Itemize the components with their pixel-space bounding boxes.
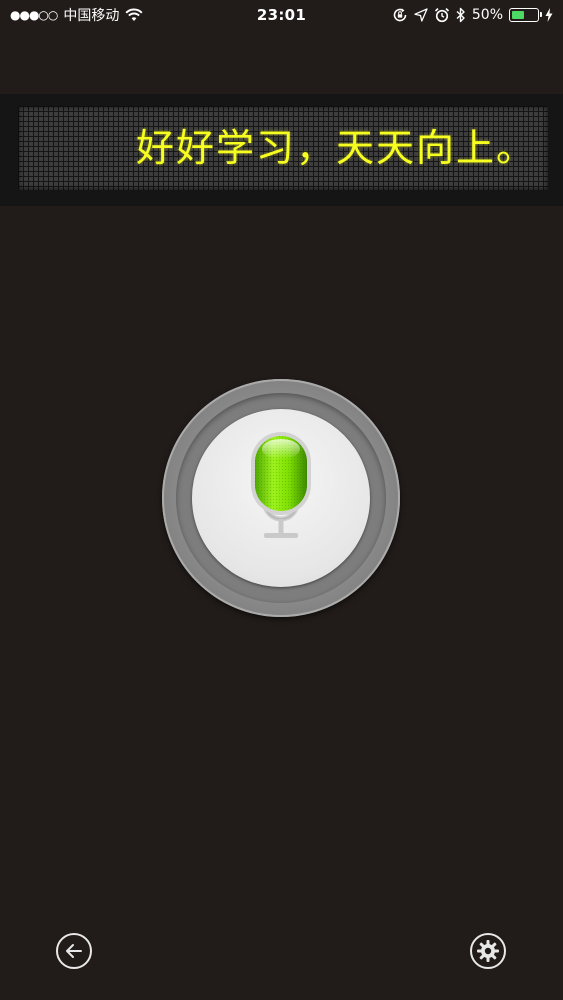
status-time: 23:01 xyxy=(256,6,307,24)
wifi-icon xyxy=(125,8,143,22)
carrier-label: 中国移动 xyxy=(63,8,120,24)
status-bar: ●●●○○ 中国移动 23:01 50% xyxy=(0,0,563,30)
status-right: 50% xyxy=(392,7,553,23)
battery-icon xyxy=(509,8,542,22)
led-display-panel: 好好学习，天天向上。 xyxy=(18,106,548,190)
location-icon xyxy=(414,8,428,22)
signal-strength-icon: ●●●○○ xyxy=(10,8,58,22)
alarm-icon xyxy=(434,7,450,23)
settings-button[interactable] xyxy=(470,933,506,969)
recognized-text: 好好学习，天天向上。 xyxy=(136,126,537,170)
bluetooth-icon xyxy=(456,7,466,23)
charging-icon xyxy=(545,8,553,22)
led-display-band: 好好学习，天天向上。 xyxy=(0,94,563,206)
rotation-lock-icon xyxy=(392,7,408,23)
back-arrow-icon xyxy=(66,944,82,958)
microphone-icon xyxy=(251,432,311,538)
battery-fill xyxy=(511,10,524,19)
battery-percent: 50% xyxy=(471,7,503,23)
gear-icon xyxy=(477,940,499,962)
microphone-face xyxy=(192,409,370,587)
microphone-button[interactable] xyxy=(162,379,400,617)
status-left: ●●●○○ 中国移动 xyxy=(10,5,143,25)
back-button[interactable] xyxy=(56,933,92,969)
